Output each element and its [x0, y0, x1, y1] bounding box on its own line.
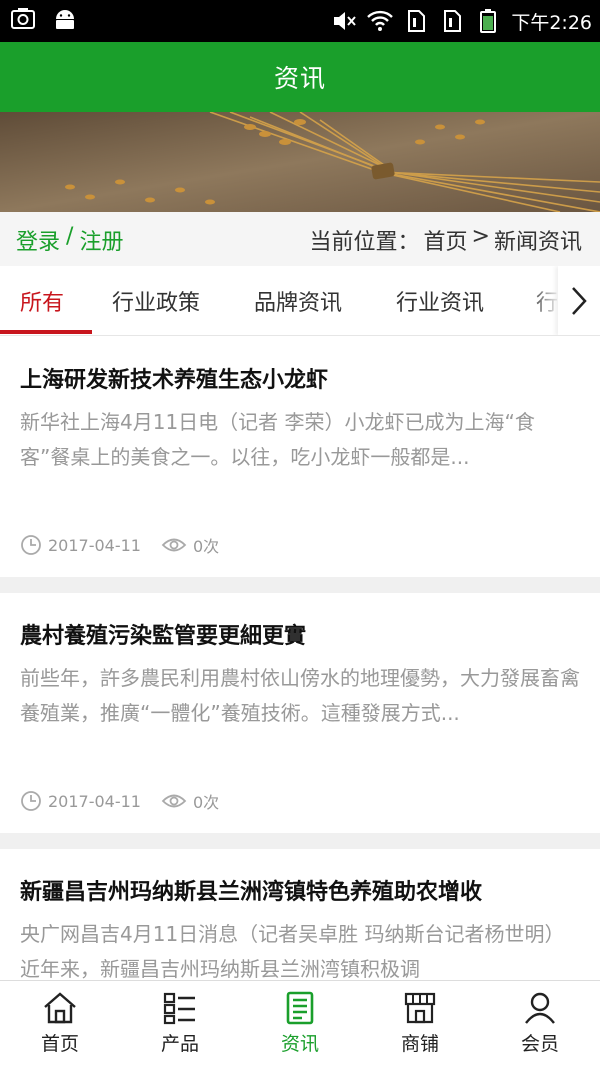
category-tabs: 所有 行业政策 品牌资讯 行业资讯 行 [0, 266, 600, 336]
status-time: 下午2:26 [511, 11, 592, 34]
article-summary: 央广网昌吉4月11日消息（记者吴卓胜 玛纳斯台记者杨世明）近年来，新疆昌吉州玛纳… [20, 922, 565, 980]
nav-news[interactable]: 资讯 [240, 981, 360, 1067]
nav-products-label: 产品 [160, 1033, 199, 1055]
register-link[interactable]: 注册 [79, 224, 123, 256]
tab-brand-news[interactable]: 品牌资讯 [254, 285, 342, 317]
article-meta: 2017-04-11 0次 [20, 789, 239, 813]
app-header: 资讯 [0, 42, 600, 112]
member-icon [525, 992, 555, 1024]
login-link[interactable]: 登录 [16, 224, 60, 256]
battery-icon [480, 9, 497, 33]
shop-icon [404, 992, 436, 1024]
article-summary: 前些年，許多農民利用農村依山傍水的地理優勢，大力發展畜禽養殖業，推廣“一體化”養… [20, 666, 580, 725]
news-icon [286, 991, 314, 1025]
location-label: 当前位置： [309, 230, 420, 255]
tab-industry-policy[interactable]: 行业政策 [112, 285, 200, 317]
article-date: 2017-04-11 [48, 535, 141, 555]
wheat-banner-image [0, 112, 600, 212]
article-item[interactable]: 農村養殖污染監管要更細更實 前些年，許多農民利用農村依山傍水的地理優勢，大力發展… [0, 593, 600, 833]
eye-icon [161, 538, 187, 552]
article-item[interactable]: 上海研发新技术养殖生态小龙虾 新华社上海4月11日电（记者 李荣）小龙虾已成为上… [0, 337, 600, 577]
nav-products[interactable]: 产品 [120, 981, 240, 1067]
tabs-fade [530, 266, 560, 335]
breadcrumb-current: 新闻资讯 [493, 230, 582, 255]
product-grid-icon [163, 992, 195, 1025]
nav-home[interactable]: 首页 [0, 981, 120, 1067]
active-tab-indicator [0, 330, 92, 334]
article-views: 0次 [192, 537, 220, 556]
tab-all[interactable]: 所有 [20, 285, 64, 317]
article-date: 2017-04-11 [48, 791, 141, 811]
screenshot-icon [11, 8, 35, 29]
article-title[interactable]: 新疆昌吉州玛纳斯县兰洲湾镇特色养殖助农增收 [20, 874, 482, 906]
article-meta: 2017-04-11 0次 [20, 533, 239, 557]
home-icon [44, 992, 76, 1024]
wifi-icon [367, 10, 394, 31]
nav-shops-label: 商铺 [400, 1033, 439, 1055]
article-item[interactable]: 新疆昌吉州玛纳斯县兰洲湾镇特色养殖助农增收 央广网昌吉4月11日消息（记者吴卓胜… [0, 849, 600, 980]
clock-icon [21, 535, 41, 555]
article-divider [0, 577, 600, 593]
android-icon [56, 10, 74, 29]
breadcrumb-arrow: > [471, 224, 490, 249]
breadcrumb: 当前位置： 首页 > 新闻资讯 [310, 224, 582, 256]
nav-member-label: 会员 [520, 1033, 559, 1055]
nav-home-label: 首页 [40, 1033, 79, 1055]
clock-icon [21, 791, 41, 811]
login-separator: / [66, 224, 74, 249]
article-summary: 新华社上海4月11日电（记者 李荣）小龙虾已成为上海“食客”餐桌上的美食之一。以… [20, 410, 535, 469]
nav-member[interactable]: 会员 [480, 981, 600, 1067]
eye-icon [161, 794, 187, 808]
tab-industry-news[interactable]: 行业资讯 [396, 285, 484, 317]
sim1-icon [408, 10, 426, 32]
article-title[interactable]: 農村養殖污染監管要更細更實 [20, 618, 306, 650]
tabs-scroll-right-button[interactable] [558, 266, 600, 335]
mute-icon [334, 12, 357, 30]
chevron-right-icon [572, 287, 587, 315]
status-bar: 下午2:26 [0, 0, 600, 42]
article-divider [0, 833, 600, 849]
page-title: 资讯 [273, 64, 326, 93]
breadcrumb-bar: 登录 / 注册 当前位置： 首页 > 新闻资讯 [0, 212, 600, 266]
nav-news-label: 资讯 [280, 1033, 319, 1055]
nav-shops[interactable]: 商铺 [360, 981, 480, 1067]
article-title[interactable]: 上海研发新技术养殖生态小龙虾 [20, 362, 328, 394]
login-register: 登录 / 注册 [16, 224, 123, 256]
article-views: 0次 [192, 793, 220, 812]
sim2-icon [444, 10, 462, 32]
breadcrumb-home-link[interactable]: 首页 [424, 224, 468, 256]
bottom-nav: 首页 产品 资讯 商铺 会员 [0, 980, 600, 1067]
